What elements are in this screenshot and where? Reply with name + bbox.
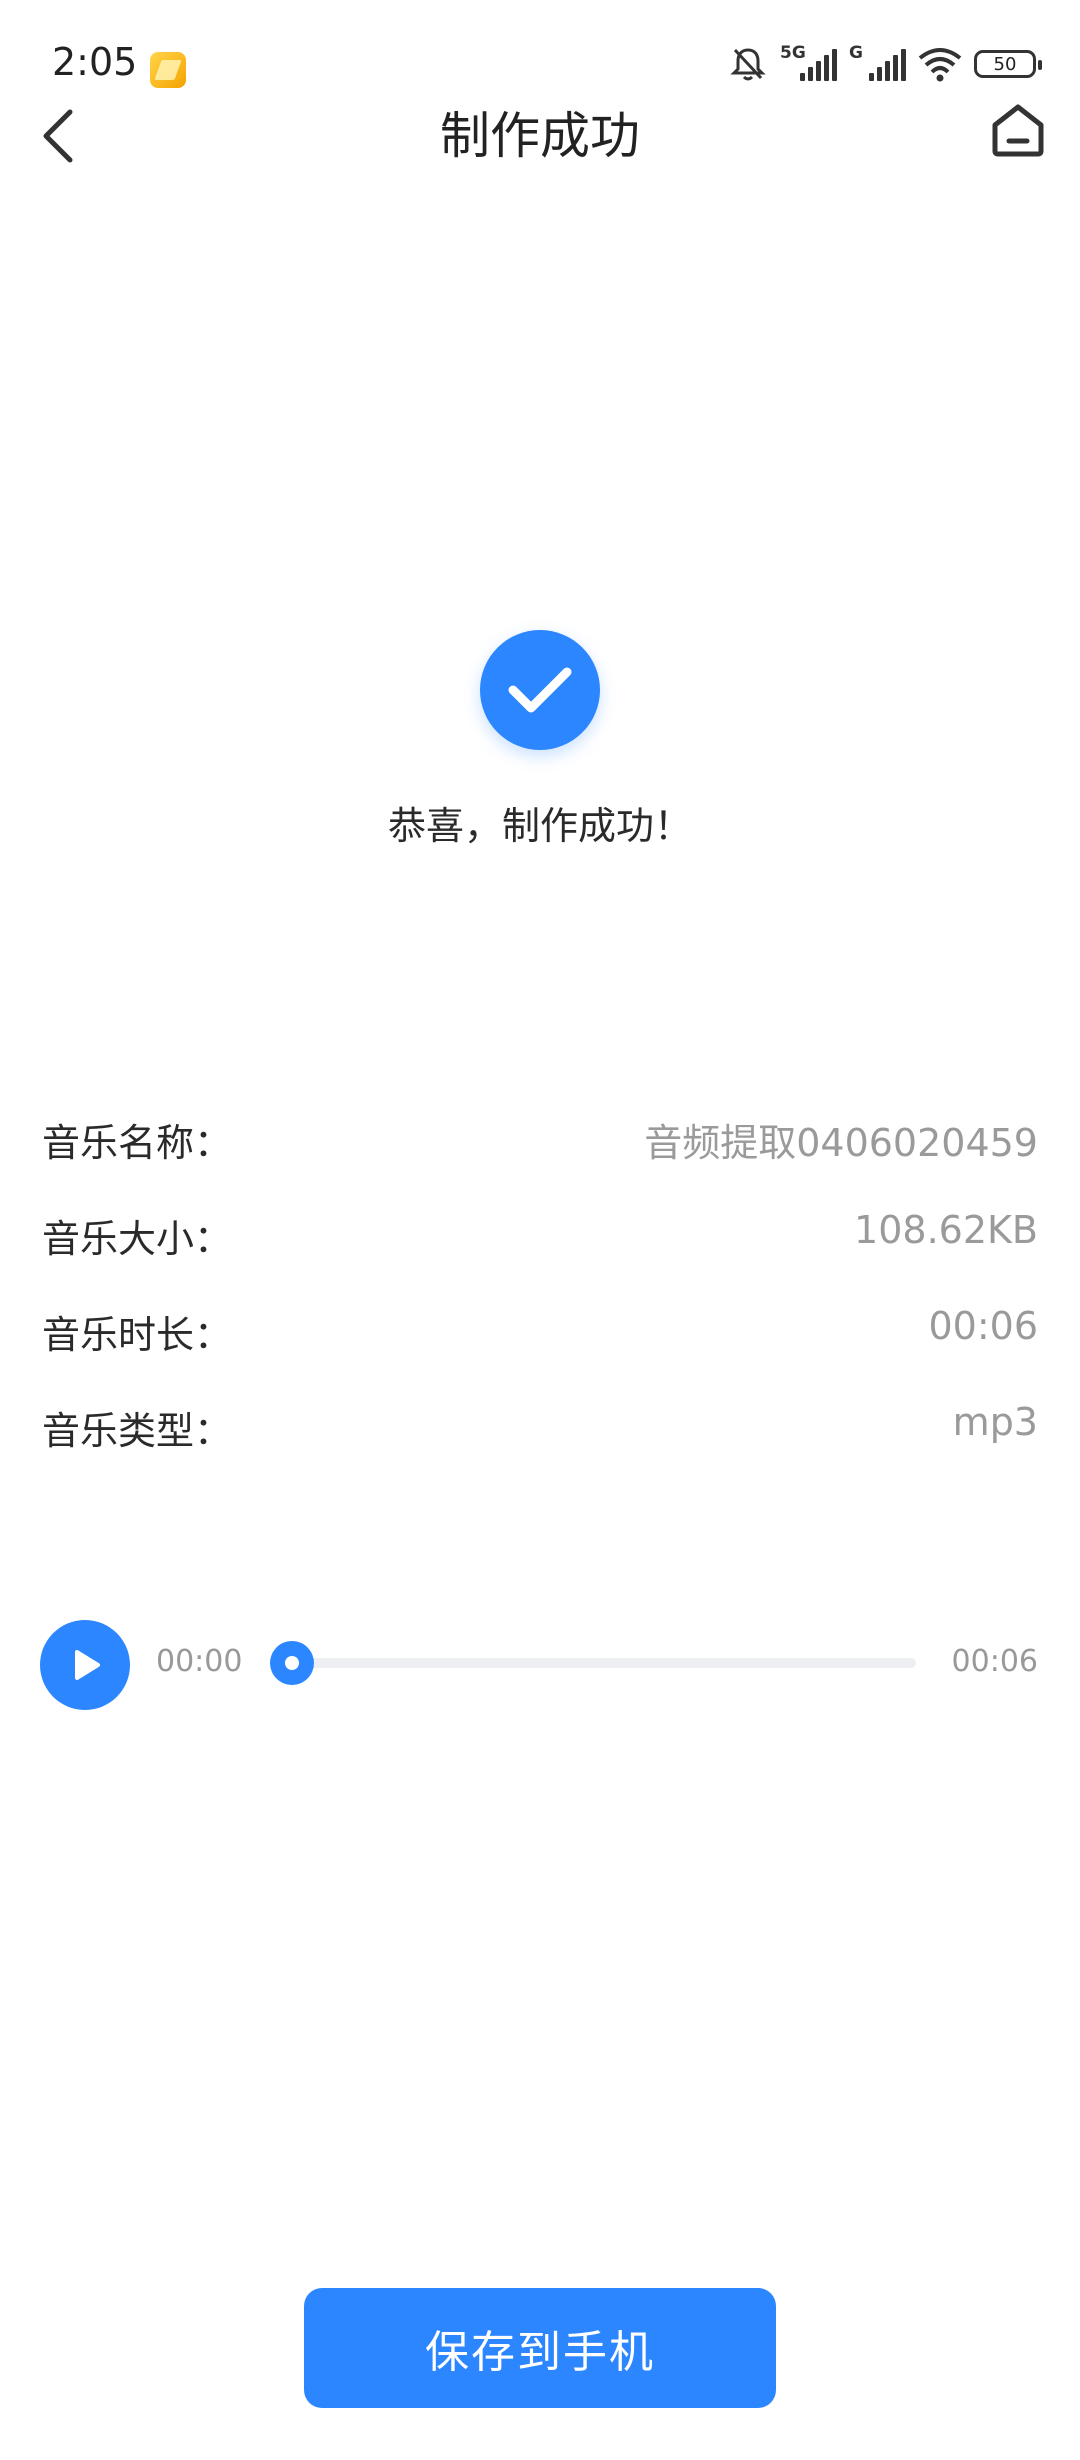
- info-value-type: mp3: [952, 1400, 1038, 1444]
- home-icon: [992, 104, 1044, 157]
- signal-g-icon: G: [849, 43, 906, 81]
- info-value-duration: 00:06: [928, 1304, 1038, 1348]
- notification-app-icon: [150, 52, 186, 88]
- battery-level: 50: [993, 53, 1017, 75]
- info-value-size: 108.62KB: [854, 1208, 1038, 1252]
- signal-5g-label: 5G: [780, 43, 806, 63]
- info-label-size: 音乐大小：: [42, 1217, 233, 1261]
- info-label-type: 音乐类型：: [42, 1409, 233, 1453]
- total-time: 00:06: [951, 1644, 1038, 1679]
- status-time: 2:05: [52, 40, 138, 84]
- play-icon: [75, 1650, 100, 1680]
- signal-g-label: G: [849, 43, 863, 63]
- check-circle-icon: [480, 630, 600, 750]
- battery-icon: 50: [974, 50, 1042, 78]
- success-message: 恭喜，制作成功！: [387, 804, 692, 848]
- info-label-duration: 音乐时长：: [42, 1313, 233, 1357]
- home-button[interactable]: [982, 94, 1054, 166]
- progress-thumb[interactable]: [270, 1641, 314, 1685]
- page-title: 制作成功: [440, 107, 640, 165]
- mute-bell-icon: [730, 48, 766, 81]
- wifi-icon: [918, 48, 962, 82]
- info-label-name: 音乐名称：: [42, 1121, 233, 1165]
- signal-5g-icon: 5G: [780, 43, 837, 81]
- save-to-phone-button[interactable]: 保存到手机: [304, 2288, 776, 2408]
- play-button[interactable]: [40, 1620, 130, 1710]
- checkmark-icon: [508, 667, 572, 713]
- current-time: 00:00: [156, 1644, 243, 1679]
- progress-slider[interactable]: [290, 1658, 916, 1668]
- info-value-name: 音频提取0406020459: [644, 1121, 1038, 1165]
- status-icons: 5G G 50: [728, 42, 1042, 86]
